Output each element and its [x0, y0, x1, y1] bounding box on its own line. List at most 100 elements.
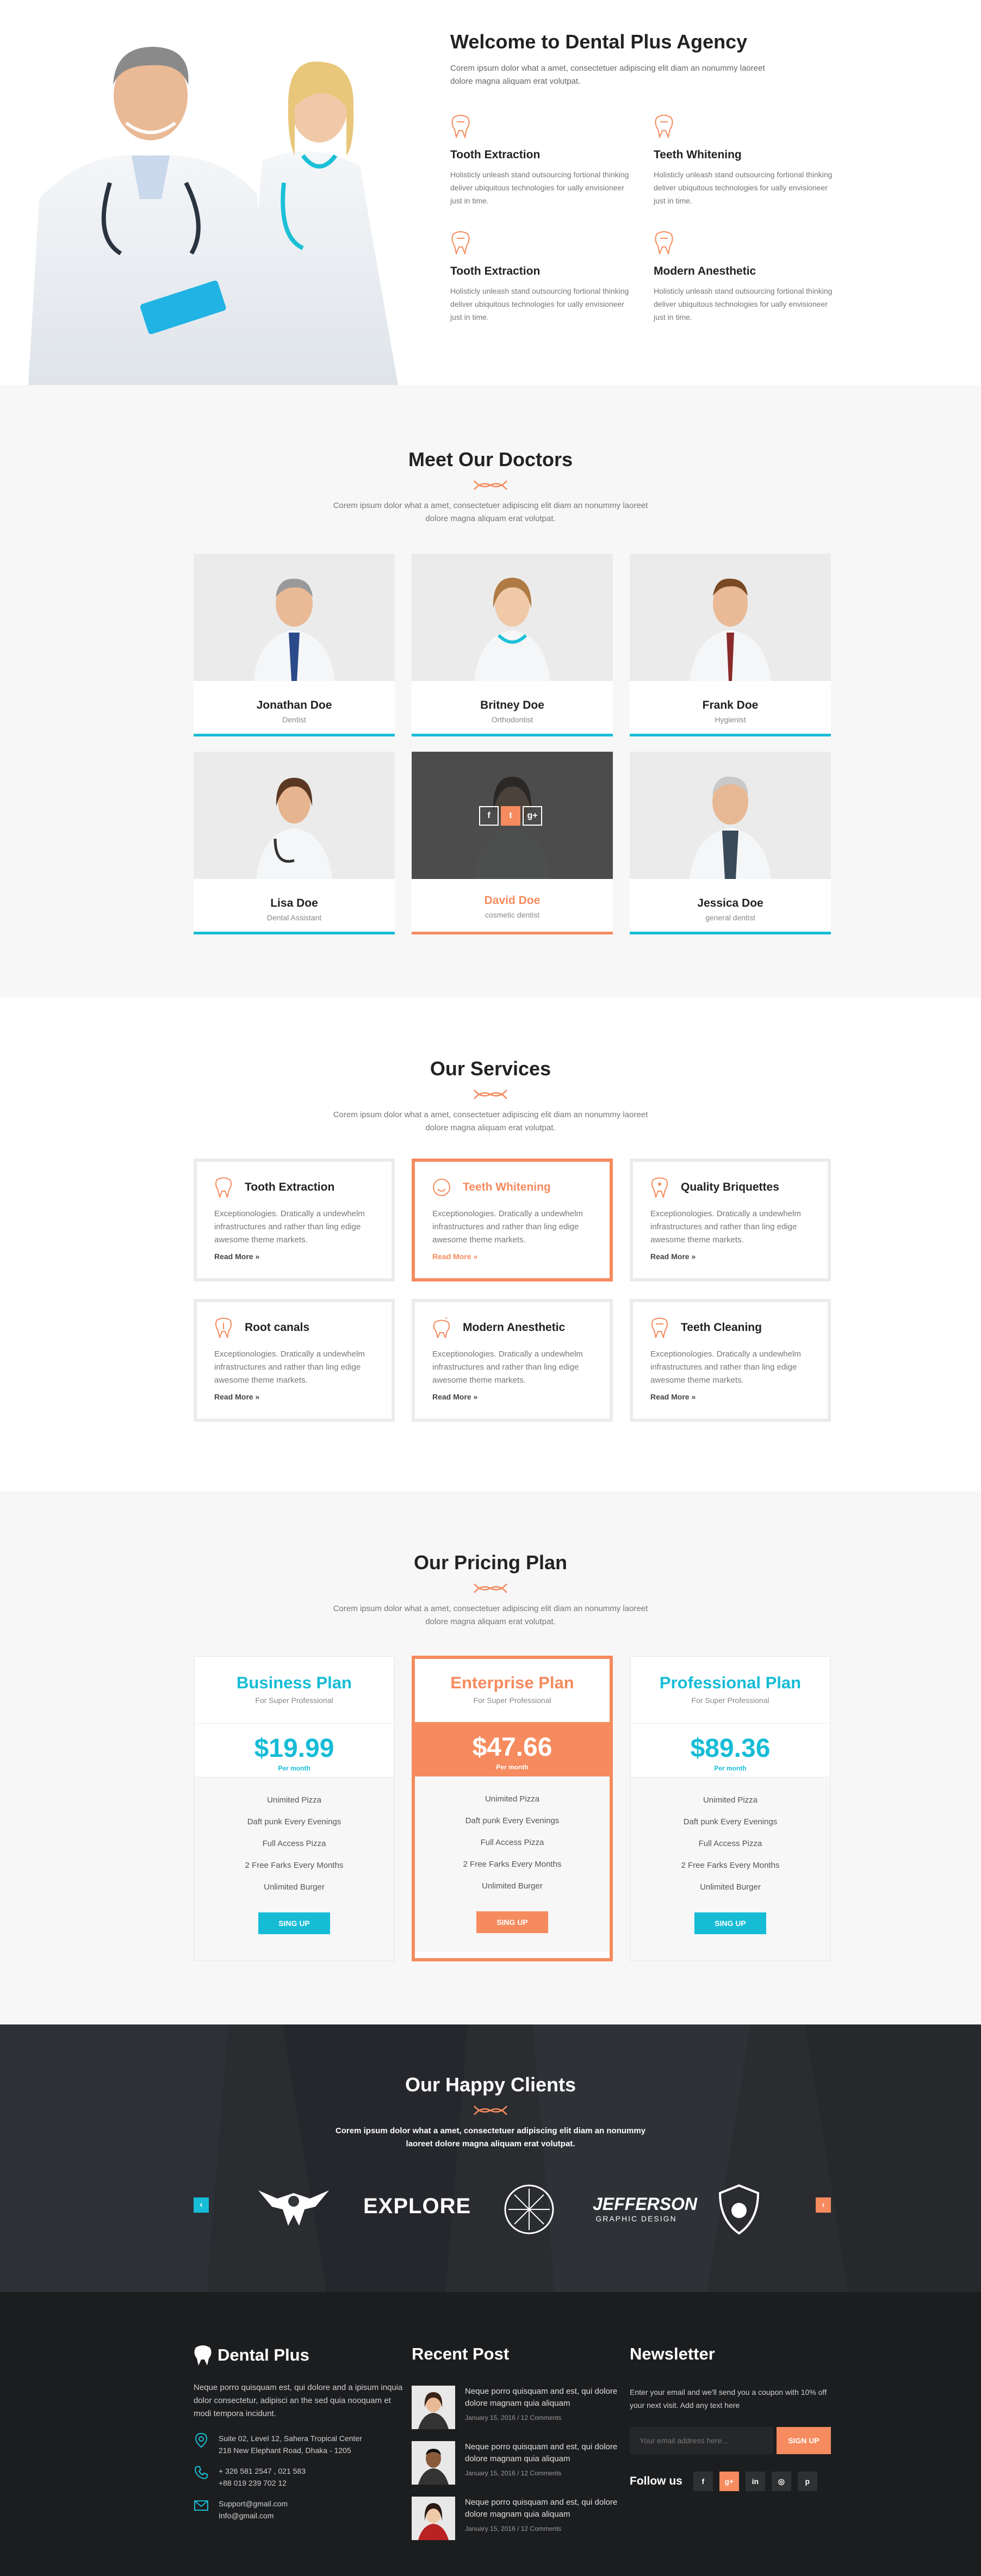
service-card[interactable]: Modern Anesthetic Exceptionologies. Drat…: [412, 1299, 613, 1422]
pricing-card: Professional Plan For Super Professional …: [630, 1656, 831, 1961]
section-title: Our Services: [430, 1057, 551, 1080]
card-accent-bar: [630, 932, 831, 934]
service-card[interactable]: Quality Briquettes Exceptionologies. Dra…: [630, 1159, 831, 1281]
feature-text: Holisticly unleash stand outsourcing for…: [450, 170, 629, 205]
follow-us-label: Follow us: [630, 2475, 682, 2487]
signup-button[interactable]: SING UP: [258, 1912, 330, 1934]
tooth-icon: [651, 1177, 668, 1198]
read-more-link[interactable]: Read More »: [650, 1392, 810, 1401]
section-subtitle: Corem ipsum dolor what a amet, consectet…: [335, 2126, 646, 2148]
doctor-card[interactable]: Jonathan Doe Dentist: [194, 554, 395, 736]
doctor-role: cosmetic dentist: [485, 911, 540, 919]
site-footer: Dental Plus Neque porro quisquam est, qu…: [0, 2292, 981, 2576]
doctor-card[interactable]: f t g+ David Doe cosmetic dentist: [412, 752, 613, 934]
carousel-prev-button[interactable]: ‹: [194, 2197, 209, 2213]
tooth-icon: [451, 231, 470, 256]
read-more-link[interactable]: Read More »: [214, 1392, 374, 1401]
feature-text: Holisticly unleash stand outsourcing for…: [450, 287, 629, 321]
service-title: Modern Anesthetic: [463, 1321, 566, 1334]
doctors-section: Meet Our Doctors Corem ipsum dolor what …: [0, 385, 981, 998]
service-card[interactable]: Tooth Extraction Exceptionologies. Drati…: [194, 1159, 395, 1281]
card-accent-bar: [412, 932, 613, 934]
footer-about-column: Dental Plus Neque porro quisquam est, qu…: [194, 2344, 406, 2522]
recent-post-item[interactable]: Neque porro quisquam and est, qui dolore…: [412, 2386, 618, 2429]
post-meta: January 15, 2016 / 12 Comments: [465, 2414, 562, 2422]
doctor-card[interactable]: Britney Doe Orthodontist: [412, 554, 613, 736]
service-title: Tooth Extraction: [245, 1181, 335, 1193]
post-thumbnail: [412, 2441, 455, 2485]
doctor-card[interactable]: Lisa Doe Dental Assistant: [194, 752, 395, 934]
section-subtitle: Corem ipsum dolor what a amet, consectet…: [333, 1110, 648, 1132]
footer-follow: Follow us f g+ in ◎ p: [630, 2472, 831, 2491]
clients-background-image: [0, 2024, 981, 2292]
service-title: Teeth Whitening: [463, 1181, 551, 1193]
twitter-icon[interactable]: t: [501, 806, 520, 826]
doctor-social-links: f t g+: [479, 806, 542, 826]
doctors-hero-image: [28, 47, 398, 385]
carousel-next-button[interactable]: ›: [816, 2197, 831, 2213]
service-title: Root canals: [245, 1321, 310, 1334]
tooth-clean-icon: [651, 1317, 668, 1338]
plan-feature: 2 Free Farks Every Months: [245, 1861, 344, 1870]
read-more-link[interactable]: Read More »: [214, 1252, 374, 1261]
facebook-icon[interactable]: f: [479, 806, 499, 826]
google-plus-icon[interactable]: g+: [523, 806, 542, 826]
service-text: Exceptionologies. Dratically a undewhelm…: [432, 1209, 583, 1244]
signup-button[interactable]: SING UP: [476, 1911, 548, 1933]
phone-icon: [194, 2466, 208, 2479]
footer-newsletter: Newsletter Enter your email and we'll se…: [630, 2344, 831, 2491]
doctor-role: general dentist: [705, 913, 755, 922]
newsletter-email-input[interactable]: [630, 2427, 773, 2454]
read-more-link[interactable]: Read More »: [432, 1392, 592, 1401]
doctor-photo: [194, 752, 395, 879]
recent-post-item[interactable]: Neque porro quisquam and est, qui dolore…: [412, 2497, 618, 2540]
card-accent-bar: [194, 734, 395, 736]
read-more-link[interactable]: Read More »: [432, 1252, 592, 1261]
facebook-icon[interactable]: f: [693, 2472, 713, 2491]
doctor-name: Jonathan Doe: [256, 699, 332, 711]
signup-button[interactable]: SING UP: [694, 1912, 766, 1934]
post-meta: January 15, 2016 / 12 Comments: [465, 2525, 562, 2532]
newsletter-signup-button[interactable]: SIGN UP: [777, 2427, 831, 2454]
pricing-card: Enterprise Plan For Super Professional $4…: [412, 1656, 613, 1961]
footer-phone: + 326 581 2547 , 021 583 +88 019 239 702 …: [194, 2465, 406, 2489]
post-excerpt: Neque porro quisquam and est, qui dolore…: [465, 2498, 618, 2519]
card-accent-bar: [412, 734, 613, 736]
plan-name: Business Plan: [237, 1673, 352, 1692]
plan-feature: Unlimited Burger: [700, 1883, 761, 1892]
footer-brand[interactable]: Dental Plus: [194, 2344, 406, 2366]
dna-divider-icon: [474, 1089, 507, 1099]
linkedin-icon[interactable]: in: [745, 2472, 765, 2491]
pinterest-icon[interactable]: p: [797, 2472, 817, 2491]
doctor-card[interactable]: Jessica Doe general dentist: [630, 752, 831, 934]
service-card[interactable]: Root canals Exceptionologies. Dratically…: [194, 1299, 395, 1422]
about-section: Welcome to Dental Plus Agency Corem ipsu…: [0, 0, 981, 385]
newsletter-title: Newsletter: [630, 2344, 715, 2363]
doctor-card[interactable]: Frank Doe Hygienist: [630, 554, 831, 736]
dribbble-icon[interactable]: ◎: [771, 2472, 791, 2491]
recent-post-item[interactable]: Neque porro quisquam and est, qui dolore…: [412, 2441, 618, 2485]
client-logo-shield: [718, 2184, 760, 2235]
plan-feature: Daft punk Every Evenings: [465, 1816, 560, 1825]
map-pin-icon: [195, 2432, 208, 2448]
doctor-name: Frank Doe: [702, 699, 759, 711]
feature-title: Tooth Extraction: [450, 148, 541, 161]
card-accent-bar: [194, 932, 395, 934]
google-plus-icon[interactable]: g+: [719, 2472, 739, 2491]
plan-feature: Unlimited Burger: [264, 1883, 325, 1892]
client-logo-compass: [504, 2184, 554, 2234]
service-card[interactable]: Teeth Cleaning Exceptionologies. Dratica…: [630, 1299, 831, 1422]
plan-subtitle: For Super Professional: [255, 1696, 333, 1705]
plan-feature: Unimited Pizza: [485, 1794, 540, 1804]
card-accent-bar: [630, 734, 831, 736]
tooth-icon: [655, 231, 673, 256]
support-email-link[interactable]: Support@gmail.com: [219, 2498, 288, 2510]
chevron-right-icon: »: [473, 1392, 478, 1401]
info-email-link[interactable]: Info@gmail.com: [219, 2510, 288, 2522]
service-text: Exceptionologies. Dratically a undewhelm…: [214, 1209, 365, 1244]
client-logo-eagle: [258, 2190, 329, 2226]
read-more-link[interactable]: Read More »: [650, 1252, 810, 1261]
doctor-role: Dental Assistant: [266, 913, 322, 922]
dna-divider-icon: [474, 2106, 507, 2115]
service-card[interactable]: Teeth Whitening Exceptionologies. Dratic…: [412, 1159, 613, 1281]
